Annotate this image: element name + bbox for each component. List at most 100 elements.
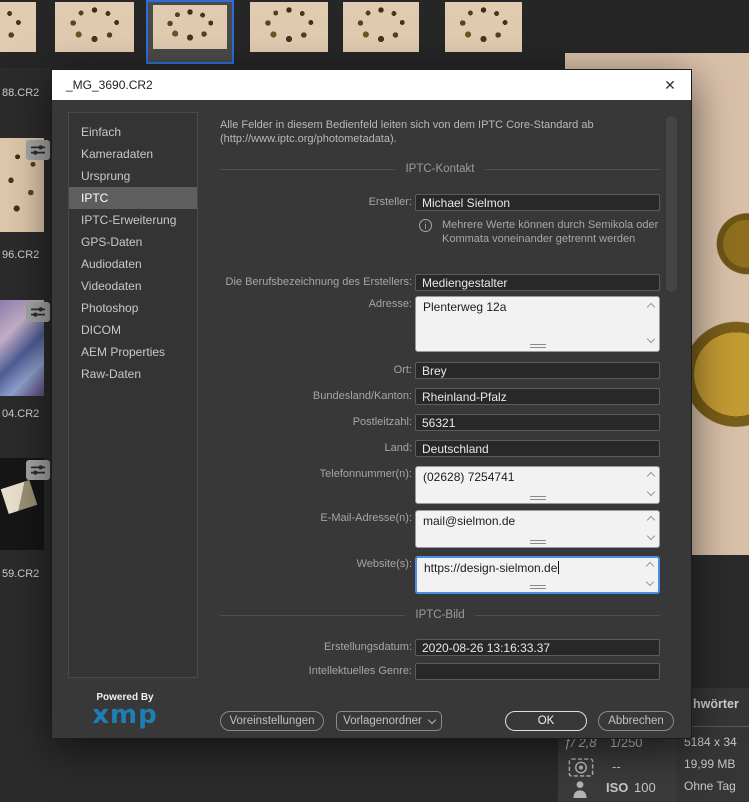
thumbnail[interactable] (0, 2, 36, 52)
beruf-label: Die Berufsbezeichnung des Erstellers: (225, 276, 412, 288)
metering-mode-icon (568, 758, 594, 777)
divider (484, 168, 660, 170)
sidebar-item-aem-properties[interactable]: AEM Properties (69, 341, 197, 363)
dialog-sidebar: Einfach Kameradaten Ursprung IPTC IPTC-E… (68, 112, 198, 678)
email-label: E-Mail-Adresse(n): (320, 512, 412, 524)
resize-grip[interactable] (529, 585, 546, 589)
sidebar-item-gps-daten[interactable]: GPS-Daten (69, 231, 197, 253)
sidebar-item-kameradaten[interactable]: Kameradaten (69, 143, 197, 165)
chevron-down-icon (427, 715, 437, 724)
divider (220, 614, 406, 616)
telefon-value: (02628) 7254741 (423, 470, 515, 484)
sidebar-item-videodaten[interactable]: Videodaten (69, 275, 197, 297)
file-name: 96.CR2 (2, 249, 40, 261)
sidebar-item-raw-daten[interactable]: Raw-Daten (69, 363, 197, 385)
adresse-textarea[interactable]: Plenterweg 12a (415, 296, 660, 352)
chevron-up-icon[interactable] (645, 561, 655, 571)
chevron-down-icon[interactable] (645, 577, 655, 587)
ersteller-label: Ersteller: (368, 196, 412, 208)
file-name: 88.CR2 (2, 87, 40, 99)
email-textarea[interactable]: mail@sielmon.de (415, 510, 660, 548)
section-header-iptc-kontakt: IPTC-Kontakt (220, 162, 660, 176)
website-textarea[interactable]: https://design-sielmon.de (415, 556, 660, 594)
chevron-down-icon[interactable] (646, 334, 656, 344)
land-label: Land: (384, 442, 412, 454)
edit-settings-badge-icon (26, 140, 50, 160)
scrollbar-thumb[interactable] (666, 116, 677, 292)
website-value: https://design-sielmon.de (424, 561, 560, 575)
email-value: mail@sielmon.de (423, 514, 516, 528)
thumbnail[interactable] (55, 2, 134, 52)
postleitzahl-input[interactable] (415, 414, 660, 431)
ersteller-input[interactable] (415, 194, 660, 211)
thumbnail-image (153, 5, 227, 49)
xmp-logo: xmp (92, 700, 158, 730)
sidebar-item-ursprung[interactable]: Ursprung (69, 165, 197, 187)
adresse-label: Adresse: (368, 298, 412, 310)
beruf-input[interactable] (415, 274, 660, 291)
section-label: IPTC-Kontakt (405, 163, 475, 175)
vorlagenordner-label: Vorlagenordner (343, 715, 422, 727)
telefon-textarea[interactable]: (02628) 7254741 (415, 466, 660, 504)
vorlagenordner-dropdown[interactable]: Vorlagenordner (336, 711, 442, 731)
iso-label: ISO (606, 780, 629, 795)
divider (220, 168, 396, 170)
divider (682, 726, 749, 727)
sidebar-item-iptc[interactable]: IPTC (69, 187, 197, 209)
sidebar-item-iptc-erweiterung[interactable]: IPTC-Erweiterung (69, 209, 197, 231)
divider (474, 614, 661, 616)
file-dimensions: 5184 x 34 (684, 735, 737, 749)
thumbnail[interactable] (445, 2, 522, 52)
genre-input[interactable] (415, 663, 660, 680)
thumbnail[interactable] (343, 2, 419, 52)
chevron-down-icon[interactable] (646, 487, 656, 497)
website-label: Website(s): (356, 558, 412, 570)
edit-settings-badge-icon (26, 302, 50, 322)
metadata-dialog: _MG_3690.CR2 ✕ Einfach Kameradaten Urspr… (52, 70, 691, 738)
panel-description: Alle Felder in diesem Bedienfeld leiten … (220, 119, 594, 145)
resize-grip[interactable] (529, 496, 546, 500)
chevron-up-icon[interactable] (646, 302, 656, 312)
metering-value: -- (612, 759, 621, 774)
sidebar-item-dicom[interactable]: DICOM (69, 319, 197, 341)
telefon-label: Telefonnummer(n): (319, 468, 412, 480)
file-label: Ohne Tag (684, 779, 736, 793)
iso-value: 100 (634, 780, 656, 795)
dialog-title: _MG_3690.CR2 (66, 78, 153, 92)
chevron-up-icon[interactable] (646, 471, 656, 481)
file-name: 59.CR2 (2, 568, 40, 580)
sidebar-item-einfach[interactable]: Einfach (69, 121, 197, 143)
chevron-up-icon[interactable] (646, 515, 656, 525)
sidebar-item-audiodaten[interactable]: Audiodaten (69, 253, 197, 275)
bundesland-label: Bundesland/Kanton: (312, 390, 412, 402)
sidebar-item-photoshop[interactable]: Photoshop (69, 297, 197, 319)
section-header-iptc-bild: IPTC-Bild (220, 608, 661, 622)
ort-input[interactable] (415, 362, 660, 379)
file-name: 04.CR2 (2, 408, 40, 420)
erstellungsdatum-input[interactable] (415, 639, 660, 656)
xmp-logo-block: Powered By xmp (70, 692, 180, 730)
abbrechen-button[interactable]: Abbrechen (598, 711, 674, 731)
tab-keywords[interactable]: hwörter (693, 697, 739, 711)
land-input[interactable] (415, 440, 660, 457)
dialog-titlebar: _MG_3690.CR2 ✕ (52, 70, 691, 100)
person-icon (572, 780, 588, 798)
postleitzahl-label: Postleitzahl: (352, 416, 412, 428)
voreinstellungen-button[interactable]: Voreinstellungen (220, 711, 324, 731)
erstellungsdatum-label: Erstellungsdatum: (323, 641, 412, 653)
resize-grip[interactable] (529, 344, 546, 348)
info-icon: i (419, 219, 432, 232)
text-caret (558, 561, 560, 574)
file-size: 19,99 MB (684, 757, 736, 771)
ort-label: Ort: (393, 364, 412, 376)
edit-settings-badge-icon (26, 460, 50, 480)
thumbnail-selected[interactable] (146, 0, 234, 64)
adresse-value: Plenterweg 12a (423, 300, 507, 314)
ok-button[interactable]: OK (505, 711, 587, 731)
bundesland-input[interactable] (415, 388, 660, 405)
resize-grip[interactable] (529, 540, 546, 544)
genre-label: Intellektuelles Genre: (308, 665, 412, 677)
chevron-down-icon[interactable] (646, 531, 656, 541)
thumbnail[interactable] (250, 2, 328, 52)
close-icon[interactable]: ✕ (659, 74, 681, 96)
